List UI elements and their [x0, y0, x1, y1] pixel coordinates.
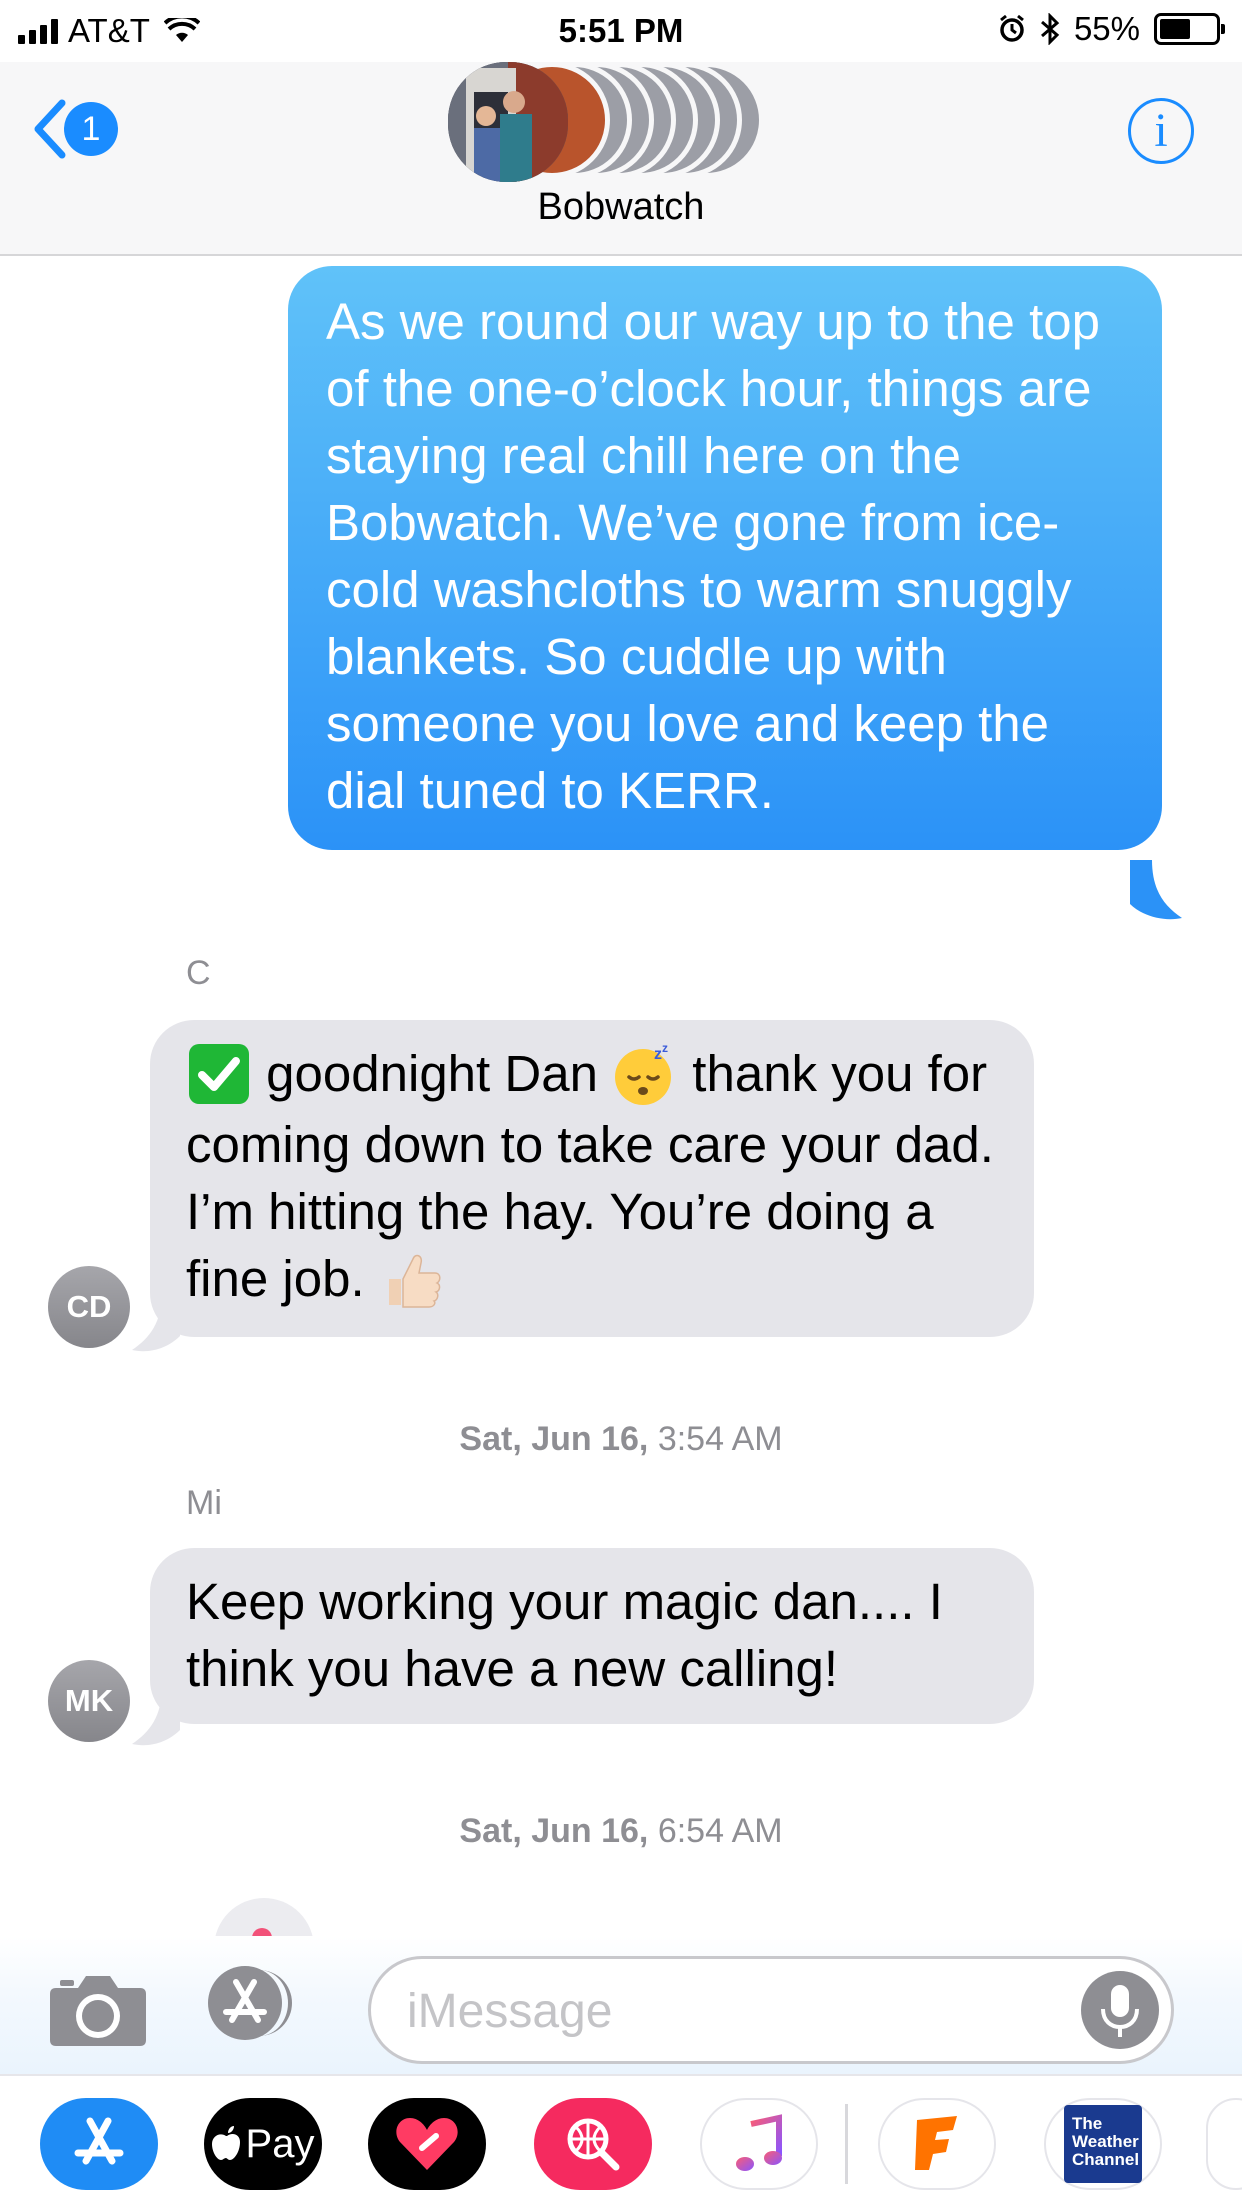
weather-channel-logo: The Weather Channel	[1064, 2105, 1142, 2183]
timestamp-day: Sat, Jun 16,	[459, 1420, 649, 1458]
apple-logo-icon	[211, 2126, 240, 2160]
compose-bar	[0, 1936, 1242, 2074]
fandango-icon	[915, 2116, 957, 2170]
apple-pay-app[interactable]: Pay	[204, 2098, 322, 2190]
microphone-icon	[1101, 1985, 1139, 2037]
group-photo-avatar	[448, 62, 568, 182]
incoming-bubble-tail	[132, 1686, 180, 1746]
back-button[interactable]: 1	[30, 98, 118, 160]
timestamp: Sat, Jun 16, 6:54 AM	[0, 1812, 1242, 1851]
timestamp-time: 6:54 AM	[657, 1812, 783, 1850]
timestamp: Sat, Jun 16, 3:54 AM	[0, 1420, 1242, 1459]
images-search-app[interactable]	[534, 2098, 652, 2190]
music-note-icon	[736, 2114, 782, 2171]
fandango-app[interactable]	[878, 2098, 996, 2190]
message-input[interactable]	[407, 1975, 1047, 2047]
conversation-header: 1 Bobwatch i	[0, 62, 1242, 256]
incoming-message-bubble[interactable]: Keep working your magic dan.... I think …	[150, 1548, 1034, 1724]
weather-label: The	[1072, 2114, 1103, 2133]
camera-icon[interactable]	[50, 1972, 146, 2046]
app-store-button[interactable]	[208, 1966, 292, 2040]
incoming-bubble-tail	[132, 1292, 180, 1352]
sender-name: Mi	[186, 1484, 222, 1522]
dictation-button[interactable]	[1081, 1971, 1159, 2049]
battery-icon	[1154, 13, 1225, 45]
svg-text:z: z	[654, 1046, 662, 1063]
group-avatar-stack[interactable]	[448, 62, 778, 182]
weather-label: Channel	[1072, 2150, 1140, 2169]
globe-search-icon	[567, 2118, 620, 2171]
message-input-field[interactable]	[368, 1956, 1174, 2064]
avatar[interactable]: CD	[48, 1266, 130, 1348]
details-info-button[interactable]: i	[1128, 98, 1194, 164]
status-bar: AT&T 5:51 PM 55%	[0, 0, 1242, 62]
timestamp-time: 3:54 AM	[657, 1420, 783, 1458]
app-store-app[interactable]	[40, 2098, 158, 2190]
alarm-icon	[1000, 14, 1024, 42]
apple-pay-label: Pay	[245, 2121, 315, 2166]
message-text: Keep working your magic dan.... I think …	[186, 1573, 943, 1697]
message-text: As we round our way up to the top of the…	[326, 293, 1100, 819]
weather-label: Weather	[1072, 2132, 1139, 2151]
status-right: 55%	[998, 10, 1225, 48]
app-store-icon	[74, 2117, 124, 2165]
music-app[interactable]	[700, 2098, 818, 2190]
svg-text:z: z	[662, 1041, 668, 1055]
battery-percent: 55%	[1073, 10, 1140, 47]
unread-badge: 1	[64, 102, 118, 156]
imessage-app-drawer: Pay The Weather Channel	[0, 2074, 1242, 2208]
outgoing-bubble-tail	[1130, 860, 1182, 920]
app-store-icon	[223, 1979, 267, 2023]
battery-level	[1160, 19, 1190, 39]
app-drawer-divider	[845, 2104, 848, 2184]
sleeping-face-emoji-icon: z z	[615, 1041, 672, 1105]
thumbs-up-emoji-icon	[388, 1254, 441, 1308]
bluetooth-icon	[1040, 13, 1060, 45]
conversation-title[interactable]: Bobwatch	[0, 186, 1242, 229]
avatar[interactable]: MK	[48, 1660, 130, 1742]
incoming-message-bubble[interactable]: goodnight Dan z z thank you for coming d…	[150, 1020, 1034, 1338]
outgoing-message-bubble[interactable]: As we round our way up to the top of the…	[288, 266, 1162, 850]
info-icon: i	[1154, 104, 1168, 157]
sender-name: C	[186, 954, 211, 992]
digital-touch-app[interactable]	[368, 2098, 486, 2190]
check-mark-emoji-icon	[189, 1043, 249, 1104]
message-lead-text: goodnight Dan	[266, 1045, 598, 1102]
heart-icon	[396, 2118, 458, 2170]
more-apps-partial[interactable]	[1206, 2098, 1242, 2190]
timestamp-day: Sat, Jun 16,	[459, 1812, 649, 1850]
weather-channel-app[interactable]: The Weather Channel	[1044, 2098, 1162, 2190]
